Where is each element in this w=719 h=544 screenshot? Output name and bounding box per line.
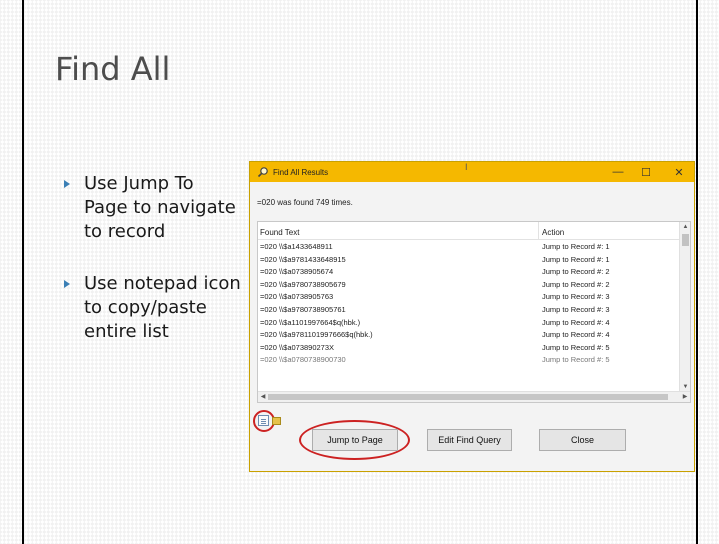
found-text-cell: =020 \\$a0738905674 [260, 267, 334, 277]
rows-container: =020 \\$a1433648911 Jump to Record #: 1 … [258, 240, 681, 366]
column-divider[interactable] [538, 222, 539, 240]
bullet-notepad: Use notepad icon to copy/paste entire li… [62, 272, 242, 344]
found-text-cell: =020 \\$a1433648911 [260, 242, 333, 251]
found-text-cell: =020 \\$a9781433648915 [260, 254, 346, 264]
table-row[interactable]: =020 \\$a0738905674 Jump to Record #: 2 [258, 265, 681, 278]
search-icon [257, 167, 268, 178]
found-text-cell: =020 \\$a0780738900730 [260, 355, 346, 365]
vertical-scroll-thumb[interactable] [682, 234, 689, 246]
close-button[interactable]: Close [539, 429, 626, 451]
slide-title: Find All [55, 50, 171, 88]
found-text-cell: =020 \\$a9780738905679 [260, 279, 346, 289]
results-list[interactable]: Found Text Action =020 \\$a1433648911 Ju… [257, 221, 691, 403]
action-cell[interactable]: Jump to Record #: 3 [542, 292, 610, 301]
found-text-cell: =020 \\$a9780738905761 [260, 304, 346, 314]
found-text-cell: =020 \\$a073890273X [260, 342, 335, 352]
action-cell[interactable]: Jump to Record #: 2 [542, 267, 610, 276]
action-cell[interactable]: Jump to Record #: 1 [542, 255, 610, 264]
status-message: =020 was found 749 times. [257, 198, 353, 207]
column-header-action[interactable]: Action [542, 228, 564, 237]
found-text-cell: =020 \\$a9781101997666$q(hbk.) [260, 330, 373, 340]
table-row[interactable]: =020 \\$a1433648911 Jump to Record #: 1 [258, 240, 681, 253]
found-text-cell: =020 \\$a1101997664$q(hbk.) [260, 317, 361, 327]
scroll-right-icon[interactable]: ▶ [680, 392, 690, 402]
horizontal-scrollbar[interactable]: ◀ ▶ [258, 391, 690, 402]
table-row[interactable]: =020 \\$a0738905763 Jump to Record #: 3 [258, 290, 681, 303]
find-all-results-dialog: Find All Results I — ☐ ✕ =020 was found … [249, 161, 695, 472]
action-cell[interactable]: Jump to Record #: 4 [542, 318, 610, 327]
action-cell[interactable]: Jump to Record #: 5 [542, 355, 610, 364]
table-row[interactable]: =020 \\$a1101997664$q(hbk.) Jump to Reco… [258, 316, 681, 329]
column-header-found-text[interactable]: Found Text [260, 228, 299, 237]
scroll-left-icon[interactable]: ◀ [258, 392, 268, 402]
list-header: Found Text Action [258, 222, 681, 240]
table-row[interactable]: =020 \\$a073890273X Jump to Record #: 5 [258, 341, 681, 354]
dialog-title: Find All Results [273, 167, 329, 177]
table-row[interactable]: =020 \\$a0780738900730 Jump to Record #:… [258, 353, 681, 366]
bullet-list: Use Jump To Page to navigate to record U… [62, 172, 242, 344]
close-window-button[interactable]: ✕ [668, 162, 690, 182]
cursor-mark: I [465, 162, 468, 172]
table-row[interactable]: =020 \\$a9781433648915 Jump to Record #:… [258, 253, 681, 266]
dialog-titlebar[interactable]: Find All Results I — ☐ ✕ [250, 162, 694, 182]
table-row[interactable]: =020 \\$a9780738905679 Jump to Record #:… [258, 278, 681, 291]
jump-to-page-button[interactable]: Jump to Page [312, 429, 398, 451]
edit-find-query-button[interactable]: Edit Find Query [427, 429, 512, 451]
notepad-icon[interactable] [258, 415, 269, 426]
maximize-button[interactable]: ☐ [635, 162, 657, 182]
action-cell[interactable]: Jump to Record #: 5 [542, 343, 610, 352]
bullet-arrow-icon [64, 180, 70, 188]
minimize-button[interactable]: — [607, 162, 629, 182]
action-cell[interactable]: Jump to Record #: 2 [542, 280, 610, 289]
action-cell[interactable]: Jump to Record #: 4 [542, 330, 610, 339]
table-row[interactable]: =020 \\$a9780738905761 Jump to Record #:… [258, 303, 681, 316]
horizontal-scroll-thumb[interactable] [268, 394, 668, 400]
vertical-scrollbar[interactable]: ▲ ▼ [679, 222, 690, 392]
action-cell[interactable]: Jump to Record #: 3 [542, 305, 610, 314]
table-row[interactable]: =020 \\$a9781101997666$q(hbk.) Jump to R… [258, 328, 681, 341]
found-text-cell: =020 \\$a0738905763 [260, 292, 334, 302]
bullet-jump-to-page: Use Jump To Page to navigate to record [62, 172, 242, 244]
action-cell[interactable]: Jump to Record #: 1 [542, 242, 610, 251]
scroll-up-icon[interactable]: ▲ [680, 222, 690, 232]
bullet-text: Use notepad icon to copy/paste entire li… [84, 273, 241, 342]
bullet-text: Use Jump To Page to navigate to record [84, 173, 236, 242]
folder-icon[interactable] [272, 417, 281, 425]
bullet-arrow-icon [64, 280, 70, 288]
